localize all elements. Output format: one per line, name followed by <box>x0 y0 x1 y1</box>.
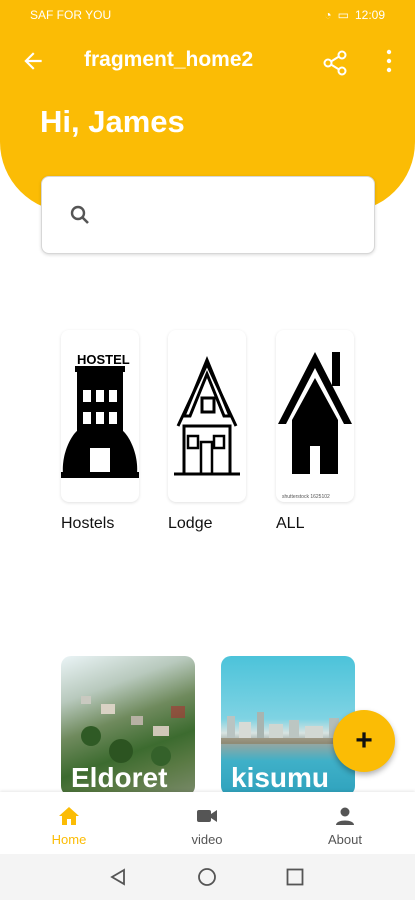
house-icon <box>278 352 352 474</box>
page-title: fragment_home2 <box>84 48 254 71</box>
search-box[interactable] <box>41 176 375 254</box>
add-button[interactable]: + <box>333 710 395 772</box>
system-back-icon[interactable] <box>108 867 128 887</box>
app-bar: fragment_home2 <box>0 30 415 92</box>
nav-label-about: About <box>328 832 362 847</box>
image-caption: shutterstock 1625102 <box>282 494 330 500</box>
clock-time: 12:09 <box>354 8 385 22</box>
video-camera-icon <box>197 810 217 822</box>
more-options-icon[interactable] <box>382 48 396 74</box>
category-label-hostels: Hostels <box>61 515 115 532</box>
nav-label-home: Home <box>51 832 87 847</box>
system-navigation-bar <box>0 854 415 900</box>
person-icon <box>336 807 354 825</box>
hostel-sign-text: HOSTEL <box>77 352 130 367</box>
status-icons: ◔ ▭ 12:09 <box>324 8 385 22</box>
category-card-all[interactable]: shutterstock 1625102 <box>276 330 354 502</box>
plus-icon: + <box>355 724 373 757</box>
nav-label-video: video <box>191 832 223 847</box>
system-recents-icon[interactable] <box>285 867 305 887</box>
headset-icon: ◔ <box>324 8 332 22</box>
place-name-eldoret: Eldoret <box>71 762 168 793</box>
category-card-hostels[interactable]: HOSTEL <box>61 330 139 502</box>
category-card-lodge[interactable] <box>168 330 246 502</box>
back-arrow-icon[interactable] <box>20 48 46 74</box>
lodge-house-icon <box>174 356 240 476</box>
hostel-building-icon: HOSTEL <box>61 352 139 478</box>
category-label-all: ALL <box>276 515 305 532</box>
status-bar: SAF FOR YOU ◔ ▭ 12:09 <box>0 0 415 30</box>
search-icon <box>70 205 89 224</box>
bottom-navigation: Home video About <box>0 792 415 854</box>
nav-item-video[interactable]: video <box>152 792 262 854</box>
carrier-label: SAF FOR YOU <box>30 8 112 22</box>
share-icon[interactable] <box>320 48 350 78</box>
system-home-icon[interactable] <box>197 867 217 887</box>
search-input[interactable] <box>102 199 356 233</box>
greeting-text: Hi, James <box>40 104 185 139</box>
battery-icon: ▭ <box>337 8 349 22</box>
nav-item-home[interactable]: Home <box>14 792 124 854</box>
place-card-eldoret[interactable]: Eldoret <box>61 656 195 796</box>
home-icon <box>59 807 79 825</box>
nav-item-about[interactable]: About <box>290 792 400 854</box>
category-label-lodge: Lodge <box>168 515 213 532</box>
place-name-kisumu: kisumu <box>231 762 330 793</box>
